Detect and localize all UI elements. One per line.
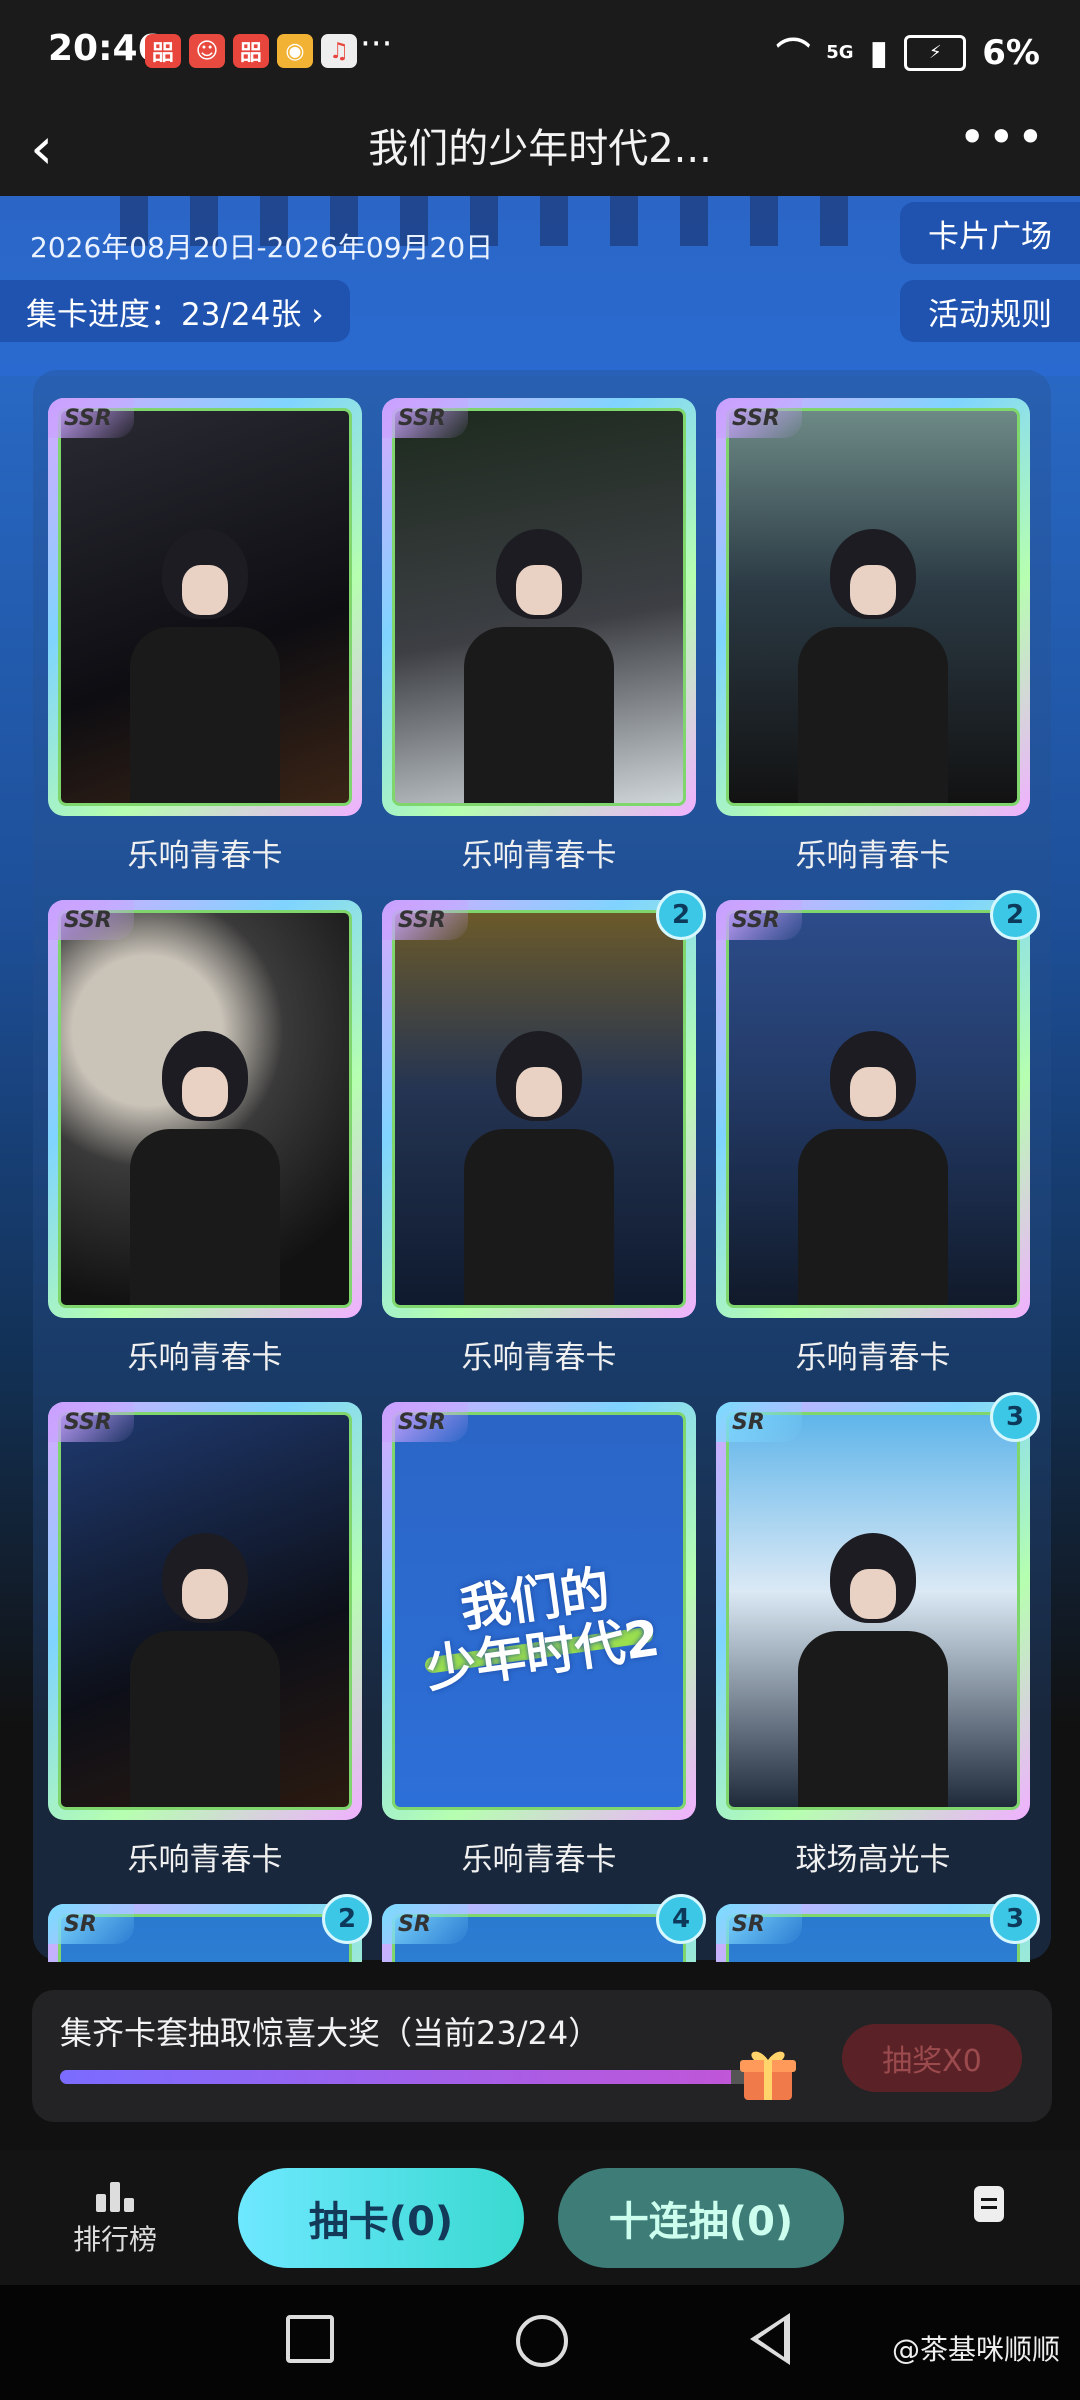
collectible-card[interactable]: SR 4 (382, 1894, 706, 1962)
portrait-figure (798, 1532, 948, 1807)
card-name: 乐响青春卡 (127, 838, 283, 874)
card-name: 乐响青春卡 (461, 838, 617, 874)
card-artwork (58, 1412, 352, 1810)
card-slot[interactable]: SR 3 球场高光卡 (716, 1392, 1040, 1904)
collectible-card[interactable]: SSR (48, 398, 362, 816)
card-count-badge: 2 (656, 890, 706, 940)
card-slot[interactable]: SR 2 (48, 1894, 372, 1962)
prize-text: 集齐卡套抽取惊喜大奖（当前23/24） (60, 2014, 601, 2052)
card-name: 乐响青春卡 (461, 1842, 617, 1878)
card-name: 乐响青春卡 (127, 1340, 283, 1376)
portrait-figure (130, 528, 280, 803)
card-slot[interactable]: SR 4 (382, 1894, 706, 1962)
collectible-card[interactable]: SSR 2 (382, 890, 706, 1318)
card-slot[interactable]: SSR 2 乐响青春卡 (382, 890, 706, 1402)
collectible-card[interactable]: SSR 2 (716, 890, 1040, 1318)
collectible-card[interactable]: SSR (382, 398, 696, 816)
portrait-figure (464, 1030, 614, 1305)
cards-viewport: SSR 乐响青春卡 SSR 乐响青春卡 SSR 乐响青春卡 SSR 乐响青春卡 SSR 2 乐响青春… (0, 0, 1080, 1962)
card-slot[interactable]: SR 3 (716, 1894, 1040, 1962)
card-name: 乐响青春卡 (127, 1842, 283, 1878)
card-slot[interactable]: SSR 我们的 少年时代2 乐响青春卡 (382, 1402, 696, 1904)
card-count-badge: 2 (990, 890, 1040, 940)
rarity-badge: SSR (48, 900, 134, 940)
collectible-card[interactable]: SR 3 (716, 1392, 1040, 1820)
rarity-badge: SR (716, 1904, 802, 1944)
card-artwork (58, 910, 352, 1308)
card-slot[interactable]: SSR 乐响青春卡 (48, 900, 362, 1402)
card-slot[interactable]: SSR 乐响青春卡 (382, 398, 696, 900)
portrait-figure (798, 528, 948, 803)
recent-apps-icon[interactable] (286, 2315, 334, 2363)
rarity-badge: SSR (716, 900, 802, 940)
rarity-badge: SSR (48, 398, 134, 438)
card-count-badge: 3 (990, 1392, 1040, 1442)
rarity-badge: SSR (382, 1402, 468, 1442)
watermark: @茶基咪顺顺 (891, 2333, 1060, 2366)
draw-ten-button[interactable]: 十连抽(0) (558, 2168, 844, 2268)
rarity-badge: SSR (48, 1402, 134, 1442)
card-count-badge: 3 (990, 1894, 1040, 1944)
rarity-badge: SR (382, 1904, 468, 1944)
card-artwork (392, 910, 686, 1308)
rarity-badge: SR (716, 1402, 802, 1442)
card-name: 球场高光卡 (795, 1842, 951, 1878)
card-artwork (392, 408, 686, 806)
back-nav-icon[interactable] (750, 2313, 790, 2365)
card-name: 乐响青春卡 (795, 1340, 951, 1376)
card-artwork: 我们的 少年时代2 (392, 1412, 686, 1810)
card-name: 乐响青春卡 (795, 838, 951, 874)
bottom-action-bar: 排行榜 抽卡(0) 十连抽(0) (0, 2150, 1080, 2285)
card-artwork (58, 408, 352, 806)
card-slot[interactable]: SSR 乐响青春卡 (48, 398, 362, 900)
rarity-badge: SR (48, 1904, 134, 1944)
card-grid: SSR 乐响青春卡 SSR 乐响青春卡 SSR 乐响青春卡 SSR 乐响青春卡 SSR 2 乐响青春… (48, 398, 1040, 1962)
collectible-card[interactable]: SSR (716, 398, 1030, 816)
leaderboard-icon (95, 2178, 135, 2212)
prize-panel: 集齐卡套抽取惊喜大奖（当前23/24） 抽奖X0 (32, 1990, 1052, 2122)
card-artwork (726, 1412, 1020, 1810)
card-name: 乐响青春卡 (461, 1340, 617, 1376)
leaderboard-tab[interactable]: 排行榜 (60, 2178, 170, 2258)
portrait-figure (130, 1030, 280, 1305)
card-artwork (726, 408, 1020, 806)
document-icon[interactable] (974, 2186, 1004, 2222)
rarity-badge: SSR (716, 398, 802, 438)
collectible-card[interactable]: SR 2 (48, 1894, 372, 1962)
card-slot[interactable]: SSR 乐响青春卡 (716, 398, 1030, 900)
gift-icon (740, 2051, 796, 2100)
prize-progress-fill (60, 2070, 731, 2084)
home-icon[interactable] (516, 2315, 568, 2367)
rarity-badge: SSR (382, 398, 468, 438)
portrait-figure (464, 528, 614, 803)
prize-draw-button[interactable]: 抽奖X0 (842, 2024, 1022, 2092)
card-slot[interactable]: SSR 2 乐响青春卡 (716, 890, 1040, 1402)
card-artwork (726, 910, 1020, 1308)
show-logo: 我们的 少年时代2 (395, 1552, 683, 1701)
card-slot[interactable]: SSR 乐响青春卡 (48, 1402, 362, 1904)
collectible-card[interactable]: SR 3 (716, 1894, 1040, 1962)
card-count-badge: 4 (656, 1894, 706, 1944)
leaderboard-label: 排行榜 (72, 2223, 157, 2256)
collectible-card[interactable]: SSR 我们的 少年时代2 (382, 1402, 696, 1820)
collectible-card[interactable]: SSR (48, 1402, 362, 1820)
portrait-figure (798, 1030, 948, 1305)
collectible-card[interactable]: SSR (48, 900, 362, 1318)
portrait-figure (130, 1532, 280, 1807)
card-count-badge: 2 (322, 1894, 372, 1944)
prize-progress-bar (60, 2070, 760, 2084)
rarity-badge: SSR (382, 900, 468, 940)
draw-card-button[interactable]: 抽卡(0) (238, 2168, 524, 2268)
